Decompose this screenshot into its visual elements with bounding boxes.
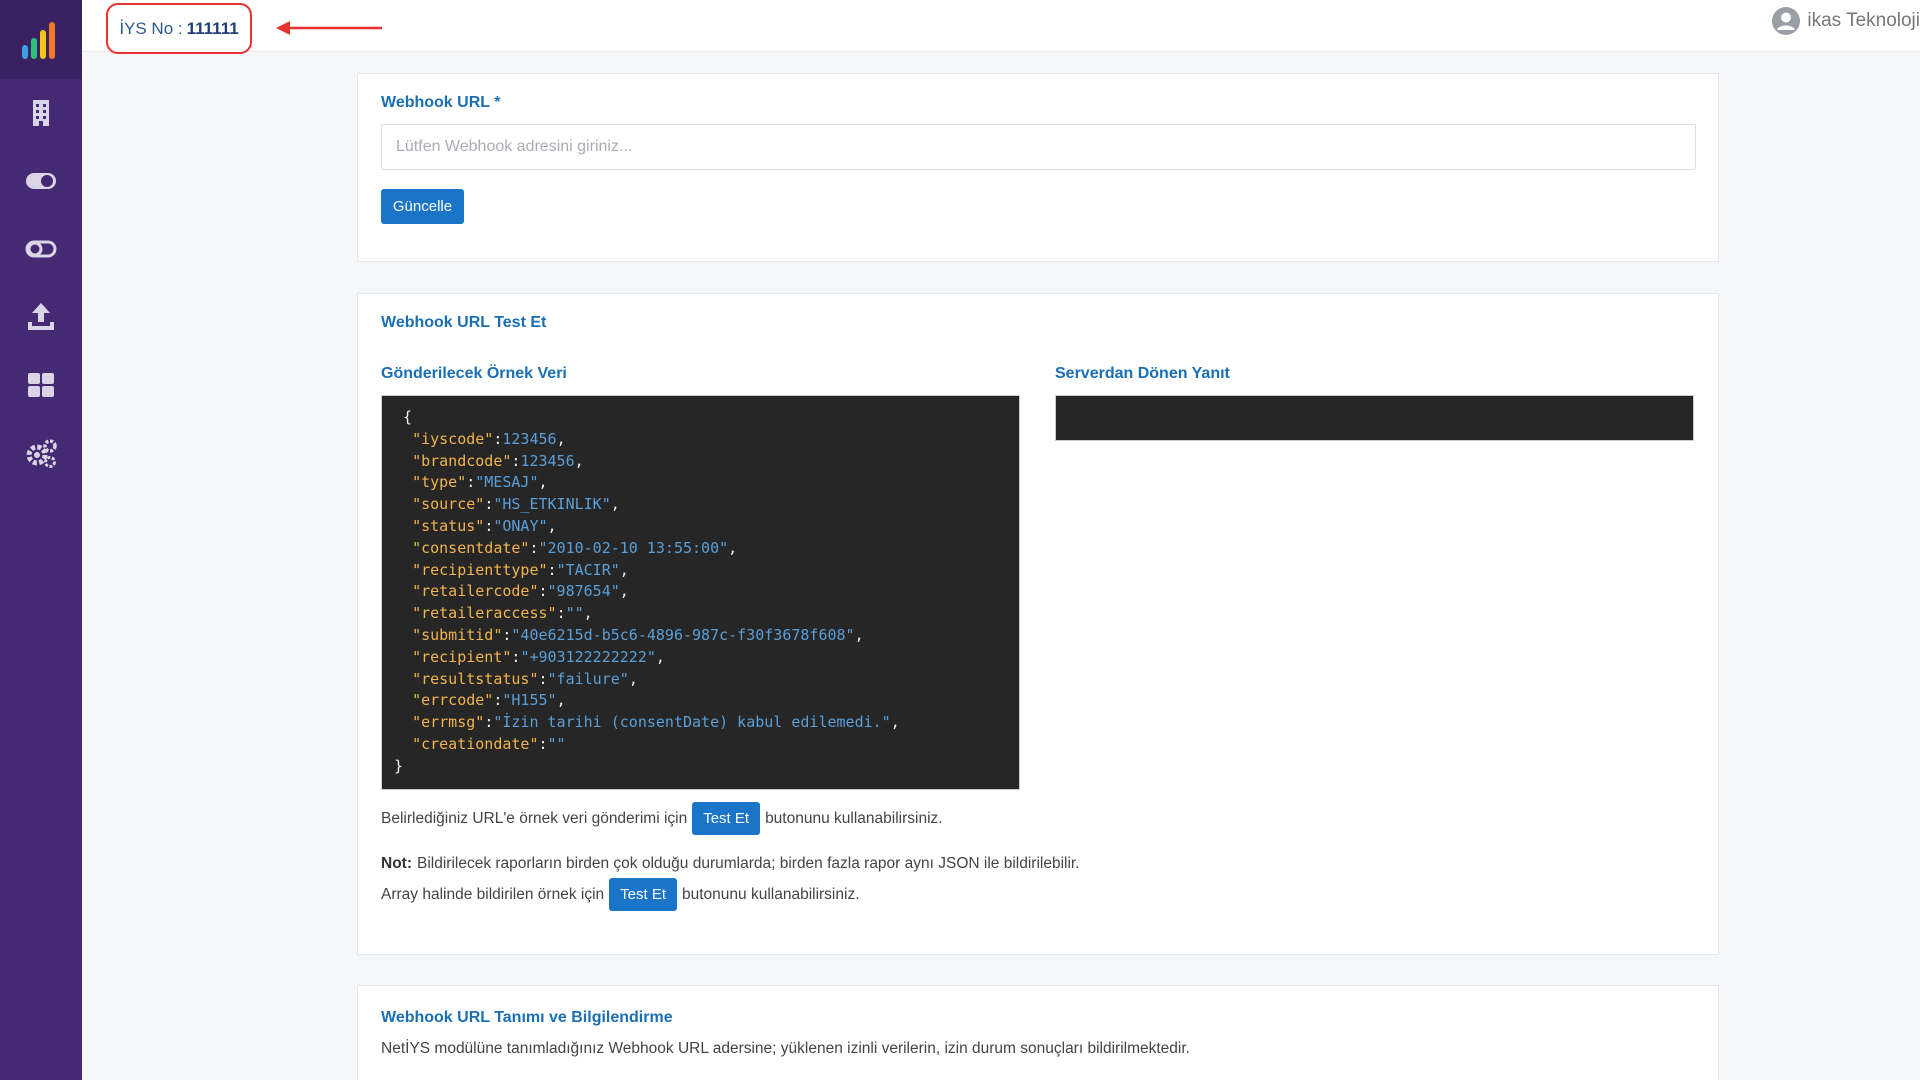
- top-bar: İYS No : 111111 ikas Teknoloji: [82, 0, 1920, 54]
- test-instruction-suffix: butonunu kullanabilirsiniz.: [765, 809, 943, 827]
- array-test-line: Array halinde bildirilen örnek için Test…: [381, 878, 860, 911]
- json-key: "status": [412, 516, 485, 535]
- note-text: Bildirilecek raporların birden çok olduğ…: [417, 855, 1080, 872]
- webhook-url-label: Webhook URL *: [381, 94, 501, 111]
- grid-icon: [28, 373, 54, 397]
- user-menu[interactable]: ikas Teknoloji: [1771, 6, 1920, 36]
- json-key: "consentdate": [412, 538, 530, 557]
- test-title: Webhook URL Test Et: [381, 314, 547, 331]
- server-response-label: Serverdan Dönen Yanıt: [1055, 365, 1230, 382]
- note-line: Not: Bildirilecek raporların birden çok …: [381, 855, 1080, 873]
- sidebar-item-settings[interactable]: [0, 419, 82, 487]
- json-key: "errcode": [412, 691, 494, 710]
- update-button[interactable]: Güncelle: [381, 189, 464, 224]
- json-key: "recipienttype": [412, 560, 548, 579]
- json-value: "failure": [547, 669, 629, 688]
- test-instruction-text: Belirlediğiniz URL'e örnek veri gönderim…: [381, 809, 688, 827]
- json-key: "source": [412, 495, 485, 514]
- sample-json-code: { "iyscode":123456, "brandcode":123456, …: [381, 395, 1020, 790]
- webhook-test-card: Webhook URL Test Et Gönderilecek Örnek V…: [357, 293, 1719, 955]
- user-avatar-icon: [1772, 7, 1801, 35]
- sidebar: [0, 0, 82, 1080]
- info-text: NetİYS modülüne tanımladığınız Webhook U…: [381, 1040, 1190, 1057]
- array-test-suffix: butonunu kullanabilirsiniz.: [682, 885, 860, 903]
- toggle-on-icon: [26, 173, 56, 189]
- json-key: "brandcode": [412, 451, 512, 470]
- test-button[interactable]: Test Et: [692, 802, 761, 835]
- json-value: 123456: [520, 451, 575, 470]
- sidebar-item-grid[interactable]: [0, 351, 82, 419]
- sidebar-item-toggle-off[interactable]: [0, 215, 82, 283]
- json-value: "HS_ETKINLIK": [493, 495, 611, 514]
- json-value: 123456: [502, 429, 557, 448]
- upload-icon: [28, 303, 54, 330]
- json-key: "iyscode": [412, 429, 494, 448]
- iys-number: 111111: [186, 18, 239, 38]
- sidebar-item-building[interactable]: [0, 79, 82, 147]
- json-value: "": [565, 604, 584, 623]
- json-value: "40e6215d-b5c6-4896-987c-f30f3678f608": [511, 625, 855, 644]
- settings-icon: [26, 439, 57, 468]
- json-value: "MESAJ": [475, 473, 539, 492]
- sample-data-label: Gönderilecek Örnek Veri: [381, 365, 567, 382]
- sidebar-item-upload[interactable]: [0, 283, 82, 351]
- user-name: ikas Teknoloji: [1807, 10, 1920, 31]
- json-key: "type": [412, 473, 467, 492]
- json-value: "": [547, 734, 566, 753]
- json-key: "recipient": [412, 647, 512, 666]
- building-icon: [33, 100, 49, 126]
- sidebar-item-toggle-on[interactable]: [0, 147, 82, 215]
- array-test-text: Array halinde bildirilen örnek için: [381, 885, 605, 903]
- json-value: "987654": [547, 582, 620, 601]
- webhook-url-card: Webhook URL * Güncelle: [357, 73, 1719, 262]
- json-value: "H155": [502, 691, 557, 710]
- json-key: "resultstatus": [412, 669, 539, 688]
- webhook-info-card: Webhook URL Tanımı ve Bilgilendirme Netİ…: [357, 985, 1719, 1080]
- iys-number-badge: İYS No : 111111: [106, 3, 252, 54]
- json-value: "2010-02-10 13:55:00": [538, 538, 729, 557]
- info-title: Webhook URL Tanımı ve Bilgilendirme: [381, 1009, 673, 1026]
- webhook-url-input[interactable]: [381, 124, 1696, 170]
- json-key: "creationdate": [412, 734, 539, 753]
- server-response-box: [1055, 395, 1694, 441]
- note-label: Not:: [381, 855, 412, 872]
- json-value: "TACIR": [556, 560, 620, 579]
- json-key: "errmsg": [412, 713, 485, 732]
- arrow-left-icon: [276, 21, 382, 35]
- json-value: "+903122222222": [520, 647, 656, 666]
- json-key: "retailercode": [412, 582, 539, 601]
- test-instruction-line: Belirlediğiniz URL'e örnek veri gönderim…: [381, 802, 943, 835]
- iys-label: İYS No :: [119, 18, 183, 38]
- json-value: "ONAY": [493, 516, 548, 535]
- json-key: "submitid": [412, 625, 503, 644]
- array-test-button[interactable]: Test Et: [609, 878, 677, 911]
- bar-chart-logo[interactable]: [0, 0, 82, 79]
- toggle-off-icon: [25, 240, 57, 258]
- json-value: "İzin tarihi (consentDate) kabul edileme…: [493, 713, 891, 732]
- json-key: "retaileraccess": [412, 604, 557, 623]
